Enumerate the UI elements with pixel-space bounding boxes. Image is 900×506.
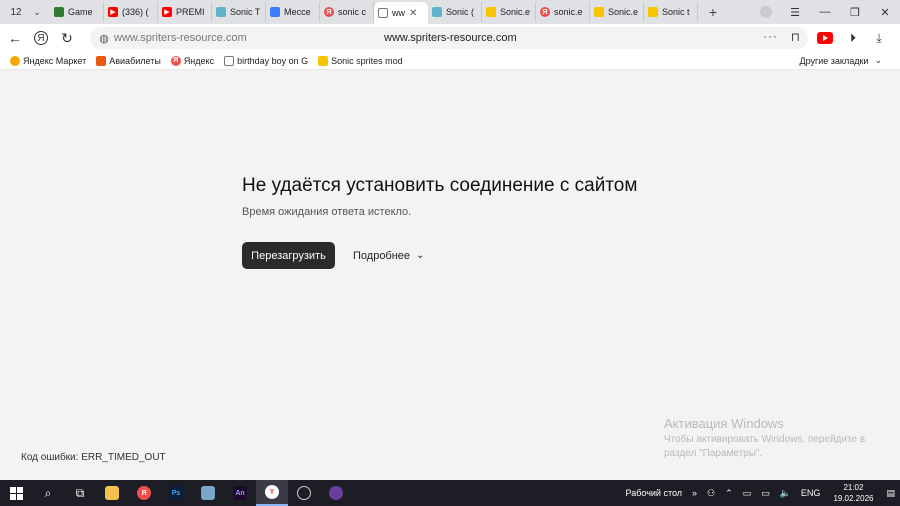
spriters-icon bbox=[486, 7, 496, 17]
tab-3[interactable]: Sonic T bbox=[212, 2, 266, 22]
tab-count[interactable]: 12 bbox=[4, 3, 28, 21]
tab-10[interactable]: Sonic.e bbox=[590, 2, 644, 22]
yandex-browser-icon[interactable]: Я bbox=[128, 480, 160, 506]
toolbar-right: ⏵ ⤓ bbox=[810, 25, 892, 51]
toolbar: ← Я ↻ ◍ www.spriters-resource.com www.sp… bbox=[0, 24, 900, 52]
sonic-icon bbox=[216, 7, 226, 17]
desktop-label[interactable]: Рабочий стол bbox=[626, 488, 683, 498]
other-bookmarks[interactable]: Другие закладки ⌄ bbox=[799, 55, 882, 66]
new-tab-button[interactable]: + bbox=[704, 3, 722, 21]
bookmark-yandex[interactable]: Я Яндекс bbox=[170, 55, 214, 66]
menu-icon[interactable]: ☰ bbox=[780, 6, 810, 19]
game-icon bbox=[54, 7, 64, 17]
messenger-icon bbox=[270, 7, 280, 17]
address-bar[interactable]: ◍ www.spriters-resource.com www.spriters… bbox=[90, 27, 808, 49]
chevron-down-icon: ⌄ bbox=[874, 55, 882, 65]
bookmark-market[interactable]: Яндекс Маркет bbox=[10, 55, 86, 66]
globe-icon: ◍ bbox=[99, 32, 109, 45]
page-icon bbox=[224, 55, 235, 66]
windows-activation-watermark: Активация Windows Чтобы активировать Win… bbox=[664, 416, 866, 459]
tab-active[interactable]: ww ✕ bbox=[374, 2, 428, 24]
battery-icon[interactable]: ▭ bbox=[743, 488, 752, 499]
bookmark-icon[interactable]: ⊓ bbox=[791, 30, 800, 44]
minimize-icon[interactable]: — bbox=[810, 6, 840, 18]
tab-4[interactable]: Мессе bbox=[266, 2, 320, 22]
error-code: Код ошибки: ERR_TIMED_OUT bbox=[21, 452, 166, 463]
reload-button[interactable]: Перезагрузить bbox=[242, 242, 335, 269]
more-icon[interactable]: ··· bbox=[763, 29, 778, 43]
tab-5[interactable]: Яsonic c bbox=[320, 2, 374, 22]
chevron-down-icon: ⌄ bbox=[416, 250, 425, 261]
tab-8[interactable]: Sonic.e bbox=[482, 2, 536, 22]
back-button[interactable]: ← bbox=[2, 25, 28, 51]
profile-button[interactable] bbox=[752, 6, 780, 18]
photoshop-icon[interactable]: Ps bbox=[160, 480, 192, 506]
avia-icon bbox=[96, 55, 107, 66]
taskbar: ⌕ ⧉ Я Ps An Y Рабочий стол » ⚇ ⌃ ▭ ▭ 🔈 E… bbox=[0, 480, 900, 506]
error-subtitle: Время ожидания ответа истекло. bbox=[242, 206, 412, 218]
market-icon bbox=[10, 55, 20, 66]
bookmarks-bar: Яндекс Маркет Авиабилеты Я Яндекс birthda… bbox=[0, 52, 900, 70]
chevron-up-icon[interactable]: ⌃ bbox=[725, 488, 733, 499]
network-icon[interactable]: ▭ bbox=[761, 488, 770, 499]
yandex-icon: Я bbox=[540, 7, 550, 17]
reload-icon[interactable]: ↻ bbox=[54, 25, 80, 51]
notifications-icon[interactable]: ▤ bbox=[886, 488, 895, 499]
download-icon[interactable]: ⤓ bbox=[866, 25, 892, 51]
paint-icon[interactable] bbox=[192, 480, 224, 506]
page-icon bbox=[378, 8, 388, 18]
address-title: www.spriters-resource.com bbox=[384, 32, 517, 44]
volume-icon[interactable]: 🔈 bbox=[780, 488, 791, 499]
bookmark-sonic-sprites[interactable]: Sonic sprites mod bbox=[318, 55, 403, 66]
spriters-icon bbox=[318, 55, 329, 66]
details-button[interactable]: Подробнее ⌄ bbox=[353, 242, 424, 269]
clock-app-icon[interactable] bbox=[288, 480, 320, 506]
bookmark-avia[interactable]: Авиабилеты bbox=[96, 55, 161, 66]
tab-0[interactable]: Game bbox=[50, 2, 104, 22]
restore-icon[interactable]: ❐ bbox=[840, 6, 870, 19]
game-app-icon[interactable] bbox=[320, 480, 352, 506]
windows-icon bbox=[9, 486, 23, 500]
clock[interactable]: 21:02 19.02.2026 bbox=[833, 482, 873, 504]
tab-strip: 12 ⌄ Game ▶ (336) ( ▶ PREMI Sonic T Мессе … bbox=[0, 0, 900, 24]
toolbar-expand-icon[interactable]: » bbox=[692, 488, 697, 498]
people-icon[interactable]: ⚇ bbox=[707, 488, 715, 499]
tab-11[interactable]: Sonic t bbox=[644, 2, 698, 22]
spriters-icon bbox=[594, 7, 604, 17]
tab-9[interactable]: Яsonic.e bbox=[536, 2, 590, 22]
close-tab-icon[interactable]: ✕ bbox=[409, 8, 417, 19]
sonic-icon bbox=[432, 7, 442, 17]
media-play-icon[interactable]: ⏵ bbox=[840, 25, 866, 51]
window-controls: ☰ — ❐ ✕ bbox=[752, 0, 900, 24]
animate-icon[interactable]: An bbox=[224, 480, 256, 506]
avatar-icon bbox=[760, 6, 772, 18]
youtube-icon[interactable] bbox=[817, 32, 833, 44]
search-icon[interactable]: ⌕ bbox=[32, 480, 64, 506]
yandex-home-icon[interactable]: Я bbox=[28, 25, 54, 51]
yandex-icon: Я bbox=[170, 55, 181, 66]
tab-list-chevron-icon[interactable]: ⌄ bbox=[28, 3, 46, 21]
file-explorer-icon[interactable] bbox=[96, 480, 128, 506]
address-url: www.spriters-resource.com bbox=[114, 32, 247, 44]
tab-1[interactable]: ▶ (336) ( bbox=[104, 2, 158, 22]
task-view-icon[interactable]: ⧉ bbox=[64, 480, 96, 506]
youtube-icon: ▶ bbox=[162, 7, 172, 17]
tab-2[interactable]: ▶ PREMI bbox=[158, 2, 212, 22]
spriters-icon bbox=[648, 7, 658, 17]
close-window-icon[interactable]: ✕ bbox=[870, 6, 900, 19]
language-indicator[interactable]: ENG bbox=[801, 488, 821, 498]
yandex-icon: Я bbox=[324, 7, 334, 17]
youtube-icon: ▶ bbox=[108, 7, 118, 17]
system-tray: Рабочий стол » ⚇ ⌃ ▭ ▭ 🔈 ENG 21:02 19.02… bbox=[621, 480, 900, 506]
bookmark-birthday[interactable]: birthday boy on G bbox=[224, 55, 308, 66]
page-title: Не удаётся установить соединение с сайто… bbox=[242, 175, 638, 196]
start-button[interactable] bbox=[0, 480, 32, 506]
tab-7[interactable]: Sonic ( bbox=[428, 2, 482, 22]
yandex-active-icon[interactable]: Y bbox=[256, 480, 288, 506]
